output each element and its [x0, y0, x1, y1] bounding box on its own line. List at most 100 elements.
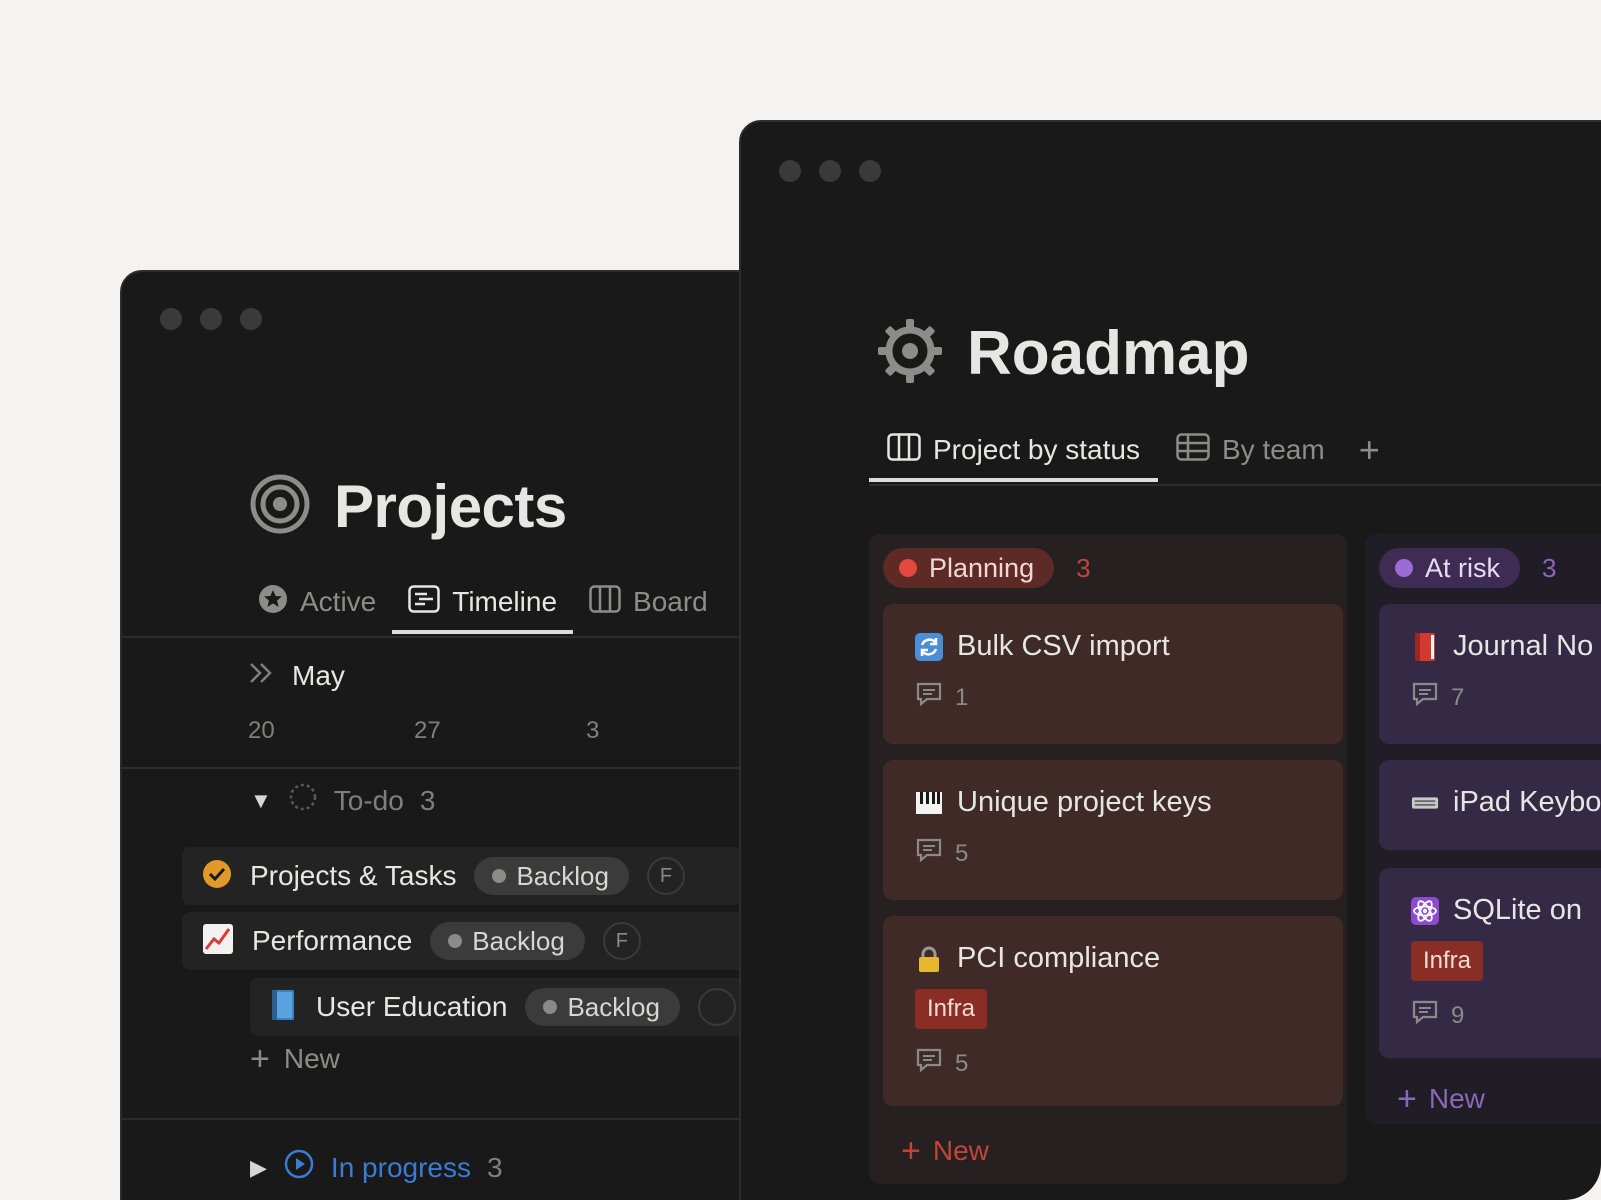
lock-icon	[915, 945, 943, 973]
status-dot	[1395, 559, 1413, 577]
window-controls	[160, 308, 262, 330]
status-label: Backlog	[567, 991, 660, 1022]
status-badge[interactable]: Planning	[883, 548, 1055, 588]
board-card[interactable]: SQLite on Infra 9	[1379, 868, 1601, 1058]
card-title: Bulk CSV import	[915, 630, 1311, 663]
close-window-button[interactable]	[160, 308, 182, 330]
roadmap-window: Roadmap Project by status By team + Plan…	[739, 120, 1601, 1200]
card-title: SQLite on	[1411, 894, 1601, 927]
tab-project-by-status[interactable]: Project by status	[869, 418, 1158, 482]
red-book-icon	[1411, 632, 1439, 661]
status-badge[interactable]: Backlog	[474, 857, 629, 895]
blue-book-icon	[270, 989, 298, 1026]
atom-icon	[1411, 896, 1439, 925]
board-icon	[887, 432, 921, 468]
timeline-month: May	[248, 660, 345, 692]
board-column-planning: Planning 3 Bulk CSV import 1 Unique proj…	[869, 534, 1347, 1184]
group-count: 3	[487, 1151, 503, 1183]
comment-count: 5	[915, 837, 1311, 870]
comment-count: 7	[1411, 681, 1601, 714]
comment-number: 7	[1451, 683, 1465, 711]
plus-icon: +	[250, 1040, 270, 1078]
minimize-window-button[interactable]	[200, 308, 222, 330]
triangle-right-icon[interactable]: ▶	[250, 1155, 267, 1181]
close-window-button[interactable]	[779, 160, 801, 182]
group-in-progress[interactable]: ▶ In progress 3	[250, 1148, 503, 1187]
board-card[interactable]: iPad Keybo	[1379, 760, 1601, 850]
page-header: Projects	[250, 472, 567, 541]
comment-number: 5	[955, 839, 969, 867]
team-tag[interactable]: Infra	[915, 989, 988, 1029]
new-label: New	[932, 1135, 989, 1166]
tab-label: By team	[1221, 434, 1325, 465]
new-card-button[interactable]: + New	[1397, 1082, 1485, 1116]
piano-keys-icon	[915, 789, 943, 817]
board-card[interactable]: PCI compliance Infra 5	[883, 916, 1343, 1106]
comment-icon	[1411, 681, 1439, 714]
column-header: At risk 3	[1379, 548, 1556, 588]
card-title-text: Unique project keys	[957, 786, 1212, 818]
card-title: PCI compliance	[915, 942, 1311, 975]
status-label: Backlog	[516, 860, 609, 891]
timeline-icon	[408, 584, 440, 620]
view-tabs: Project by status By team +	[869, 418, 1396, 482]
status-badge[interactable]: Backlog	[525, 988, 680, 1026]
board-card[interactable]: Unique project keys 5	[883, 760, 1343, 900]
new-row-button[interactable]: + New	[250, 1042, 340, 1076]
comment-count: 5	[915, 1047, 1311, 1080]
board-card[interactable]: Journal No 7	[1379, 604, 1601, 744]
double-chevron-right-icon[interactable]	[248, 660, 274, 692]
timeline-date: 3	[586, 717, 600, 744]
chart-increasing-icon	[202, 923, 234, 960]
comment-number: 1	[955, 683, 969, 711]
avatar[interactable]: F	[602, 922, 641, 960]
desktop-background: Projects Active Timeline Board May 20 27…	[0, 0, 1601, 1200]
add-view-button[interactable]: +	[1343, 418, 1396, 482]
card-title-text: PCI compliance	[957, 942, 1161, 974]
tab-by-team[interactable]: By team	[1158, 418, 1343, 482]
page-title: Projects	[334, 473, 567, 540]
new-card-button[interactable]: + New	[901, 1134, 989, 1168]
status-badge[interactable]: Backlog	[430, 922, 585, 960]
tab-active[interactable]: Active	[242, 570, 392, 634]
comment-icon	[915, 681, 943, 714]
plus-icon: +	[1397, 1080, 1417, 1118]
table-icon	[1176, 432, 1210, 468]
group-todo[interactable]: ▼ To-do 3	[250, 782, 435, 819]
tabs-divider	[869, 484, 1601, 486]
gear-icon	[877, 318, 943, 389]
status-badge[interactable]: At risk	[1379, 548, 1521, 588]
card-title-text: SQLite on	[1453, 894, 1582, 926]
row-title: Performance	[252, 925, 413, 956]
new-label: New	[1428, 1083, 1485, 1114]
comment-icon	[1411, 999, 1439, 1032]
card-title: Unique project keys	[915, 786, 1311, 819]
card-title: iPad Keybo	[1411, 786, 1601, 819]
triangle-down-icon[interactable]: ▼	[250, 788, 272, 814]
minimize-window-button[interactable]	[819, 160, 841, 182]
comment-number: 5	[955, 1049, 969, 1077]
tab-label: Active	[300, 586, 377, 617]
comment-number: 9	[1451, 1001, 1465, 1029]
avatar[interactable]: F	[646, 857, 685, 895]
new-label: New	[283, 1043, 340, 1074]
column-count: 3	[1542, 552, 1557, 583]
tab-board[interactable]: Board	[573, 570, 724, 634]
board-card[interactable]: Bulk CSV import 1	[883, 604, 1343, 744]
star-circle-icon	[258, 584, 288, 621]
play-circle-icon	[283, 1148, 315, 1187]
card-title: Journal No	[1411, 630, 1601, 663]
avatar[interactable]	[697, 988, 736, 1026]
board-icon	[589, 584, 621, 620]
zoom-window-button[interactable]	[240, 308, 262, 330]
card-title-text: Bulk CSV import	[957, 630, 1170, 662]
dashed-circle-icon	[288, 782, 318, 819]
column-count: 3	[1076, 552, 1091, 583]
tab-timeline[interactable]: Timeline	[392, 570, 573, 634]
arrows-cycle-icon	[915, 632, 943, 661]
zoom-window-button[interactable]	[859, 160, 881, 182]
timeline-date: 27	[414, 717, 441, 744]
status-label: At risk	[1425, 552, 1501, 583]
team-tag[interactable]: Infra	[1411, 941, 1484, 981]
card-title-text: iPad Keybo	[1453, 786, 1601, 818]
